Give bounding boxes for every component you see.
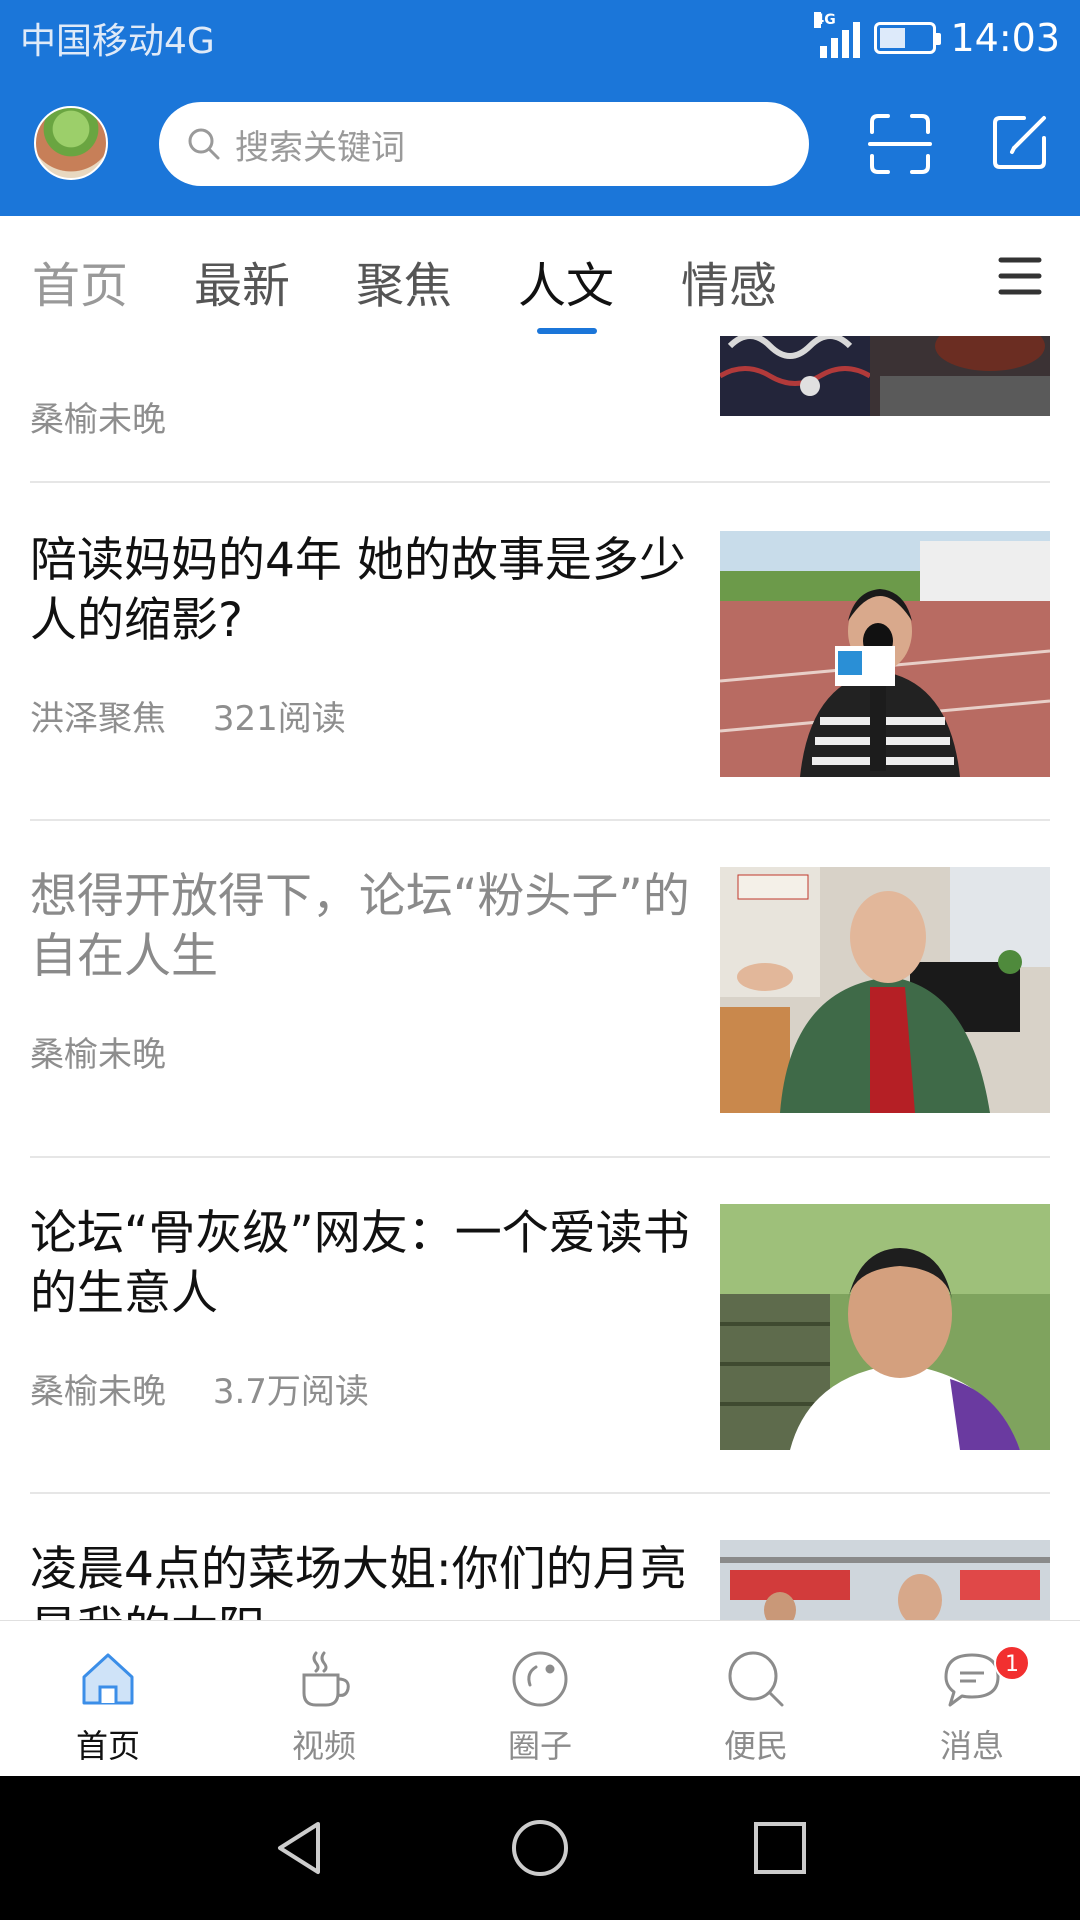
divider <box>30 819 1050 821</box>
search-placeholder: 搜索关键词 <box>235 127 405 168</box>
compose-icon[interactable] <box>990 112 1050 172</box>
article-title: 凌晨4点的菜场大姐:你们的月亮是我的太阳 <box>30 1542 687 1620</box>
article-thumbnail <box>720 336 1050 416</box>
article-meta: 桑榆未晚 <box>30 1027 166 1076</box>
unread-badge: 1 <box>994 1645 1030 1681</box>
article-author: 洪泽聚焦 <box>30 699 166 739</box>
nav-label: 圈子 <box>507 1727 572 1765</box>
list-item[interactable]: 论坛“骨灰级”网友：一个爱读书的生意人 桑榆未晚 3.7万阅读 <box>30 1204 1050 1450</box>
article-author: 桑榆未晚 <box>30 400 166 440</box>
top-bar: 搜索关键词 <box>0 76 1080 216</box>
article-thumbnail <box>720 1540 1050 1620</box>
nav-label: 视频 <box>291 1727 356 1765</box>
list-item[interactable]: 陪读妈妈的4年 她的故事是多少人的缩影? 洪泽聚焦 321阅读 <box>30 531 1050 777</box>
nav-messages[interactable]: 1 消息 <box>864 1621 1080 1777</box>
article-meta: 桑榆未晚 3.7万阅读 <box>30 1364 369 1413</box>
list-item[interactable]: 桑榆未晚 <box>30 336 1050 476</box>
nav-label: 消息 <box>939 1727 1004 1765</box>
article-thumbnail <box>720 531 1050 777</box>
status-indicators: 4G 14:03 <box>814 12 1060 60</box>
active-tab-indicator <box>537 328 597 334</box>
tab-home[interactable]: 首页 <box>32 246 128 316</box>
nav-video[interactable]: 视频 <box>216 1621 432 1777</box>
circle-icon <box>512 1651 568 1707</box>
bottom-nav: 首页 视频 圈子 便民 1 消息 <box>0 1620 1080 1776</box>
article-feed: 桑榆未晚 陪读妈妈的4年 她的故事是多少人的缩影? 洪泽聚焦 321阅读 想得开… <box>0 336 1080 1620</box>
nav-services[interactable]: 便民 <box>648 1621 864 1777</box>
home-icon <box>82 1653 134 1705</box>
search-input[interactable]: 搜索关键词 <box>159 102 809 186</box>
search-icon <box>728 1651 784 1707</box>
chat-icon <box>944 1653 1000 1707</box>
battery-icon <box>874 22 942 54</box>
coffee-cup-icon <box>302 1651 350 1707</box>
divider <box>30 1156 1050 1158</box>
article-meta: 洪泽聚焦 321阅读 <box>30 691 346 740</box>
carrier-label: 中国移动4G <box>20 21 215 62</box>
menu-icon[interactable] <box>998 256 1042 296</box>
recents-icon[interactable] <box>750 1818 810 1878</box>
nav-label: 首页 <box>75 1727 140 1765</box>
search-icon <box>188 128 220 160</box>
article-author: 桑榆未晚 <box>30 1372 166 1412</box>
nav-label: 便民 <box>723 1727 788 1765</box>
scan-icon[interactable] <box>868 112 932 176</box>
article-reads: 3.7万阅读 <box>212 1372 369 1412</box>
nav-circle[interactable]: 圈子 <box>432 1621 648 1777</box>
home-button-icon[interactable] <box>510 1818 570 1878</box>
category-tabs: 首页 最新 聚焦 人文 情感 <box>0 216 1080 336</box>
article-title: 陪读妈妈的4年 她的故事是多少人的缩影? <box>30 533 686 648</box>
tab-humanities[interactable]: 人文 <box>518 246 614 316</box>
tab-emotion[interactable]: 情感 <box>681 246 777 316</box>
status-bar: 中国移动4G 4G 14:03 <box>0 0 1080 76</box>
divider <box>30 1492 1050 1494</box>
list-item[interactable]: 凌晨4点的菜场大姐:你们的月亮是我的太阳 <box>30 1540 1050 1620</box>
article-title: 想得开放得下，论坛“粉头子”的自在人生 <box>30 869 690 984</box>
article-title: 论坛“骨灰级”网友：一个爱读书的生意人 <box>30 1206 690 1321</box>
article-thumbnail <box>720 1204 1050 1450</box>
article-meta: 桑榆未晚 <box>30 392 166 441</box>
article-reads: 321阅读 <box>212 699 346 739</box>
tab-focus[interactable]: 聚焦 <box>356 246 452 316</box>
article-thumbnail <box>720 867 1050 1113</box>
signal-icon: 4G <box>814 12 861 58</box>
tab-latest[interactable]: 最新 <box>194 246 290 316</box>
back-icon[interactable] <box>270 1818 330 1878</box>
clock: 14:03 <box>950 16 1060 60</box>
network-type: 4G <box>814 12 836 28</box>
list-item[interactable]: 想得开放得下，论坛“粉头子”的自在人生 桑榆未晚 <box>30 867 1050 1113</box>
system-navigation-bar <box>0 1776 1080 1920</box>
nav-home[interactable]: 首页 <box>0 1621 216 1777</box>
avatar[interactable] <box>34 106 108 180</box>
article-author: 桑榆未晚 <box>30 1035 166 1075</box>
divider <box>30 481 1050 483</box>
